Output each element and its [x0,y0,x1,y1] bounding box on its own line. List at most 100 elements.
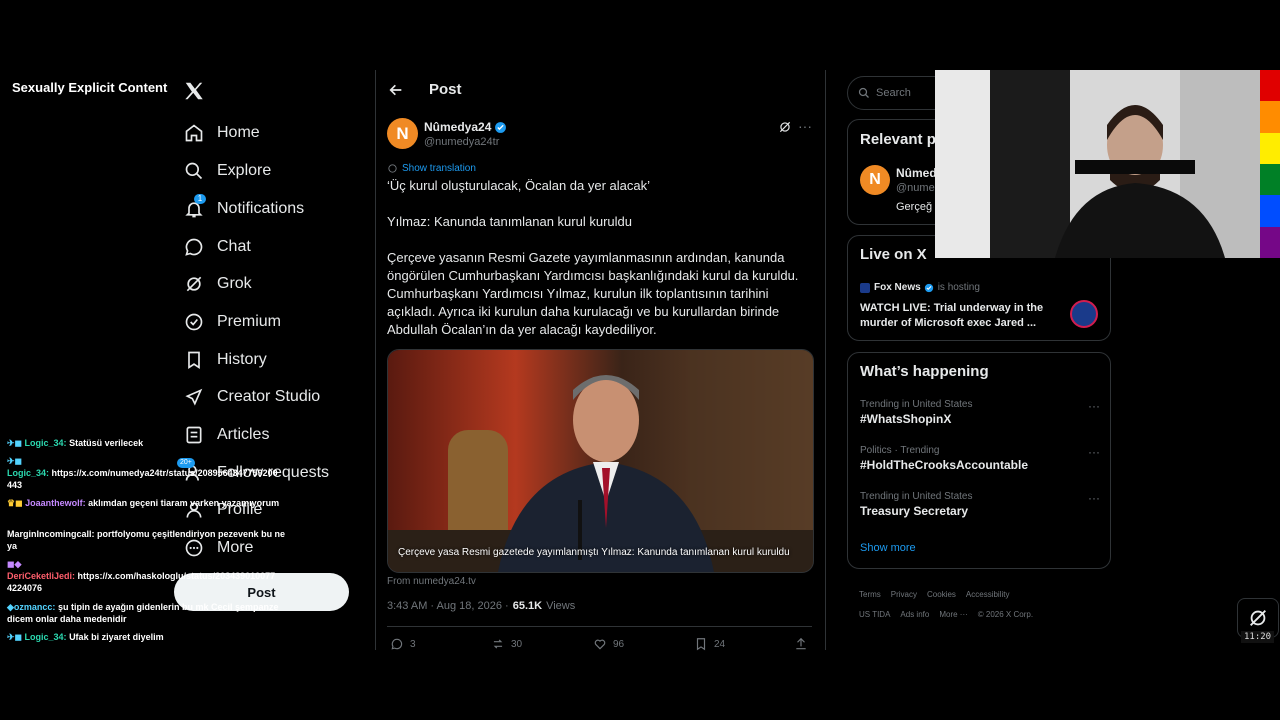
footer-link[interactable]: Ads info [900,610,929,619]
clock: 11:20 [1241,631,1275,643]
chat-username: Joaanthewolf: [25,498,86,508]
show-translation-link[interactable]: Show translation [387,163,476,174]
grok-icon [183,273,205,295]
chat-icon [183,236,205,258]
footer-link[interactable]: Terms [859,590,881,599]
trend-title: Treasury Secretary [860,504,969,518]
nav-label: Home [217,124,260,141]
whats-happening-card: What’s happening Trending in United Stat… [847,352,1111,569]
chat-badge-icon: ✈◼ [7,632,23,642]
footer-link[interactable]: More ··· [939,610,967,619]
tweet-text: ‘Üç kurul oluşturulacak, Öcalan da yer a… [387,177,807,339]
nav-history[interactable]: History [183,344,267,376]
trend-title: #HoldTheCrooksAccountable [860,458,1029,472]
media-caption: Çerçeve yasa Resmi gazetede yayımlanmışt… [398,547,790,558]
chat-message: ✈◼ Logic_34: Ufak bi ziyaret diyelim [7,631,287,643]
relevant-handle[interactable]: @nume [896,182,935,194]
chat-username: Logic_34: [24,438,67,448]
chat-username: MarginIncomingcall: [7,529,95,539]
author-handle[interactable]: @numedya24tr [424,136,499,148]
reply-button[interactable]: 3 [390,637,416,651]
nav-label: Explore [217,162,272,179]
repost-button[interactable]: 30 [491,637,522,651]
repost-count: 30 [511,638,523,650]
trend-more-icon[interactable]: ··· [1088,491,1100,505]
back-arrow-icon[interactable] [388,82,404,98]
bell-icon: 1 [183,194,206,220]
chat-badge-icon: ✈◼ [7,438,23,448]
live-host-row: Fox News is hosting [860,282,980,293]
chat-message: ◼◆ DeriCeketliJedi: https://x.com/haskol… [7,558,287,594]
footer-link[interactable]: Privacy [891,590,917,599]
footer-link[interactable]: Cookies [927,590,956,599]
trend-item[interactable]: Trending in United States Treasury Secre… [860,491,1100,518]
chat-message: ◆ozmancc: şu tipin de ayağın gidenlerin … [7,601,287,625]
trend-more-icon[interactable]: ··· [1088,399,1100,413]
trend-item[interactable]: Trending in United States #WhatsShopinX … [860,399,1100,426]
main-column: Post N Nûmedya24 @numedya24tr ··· Show t… [375,70,826,651]
footer-text: © 2026 X Corp. [977,610,1034,619]
live-title: Live on X [860,246,927,263]
nav-creator-studio[interactable]: Creator Studio [183,381,320,413]
rainbow-stripe [1260,70,1280,258]
reply-icon [390,637,404,651]
author-name[interactable]: Nûmedya24 [424,120,491,134]
tweet-media[interactable] [387,349,814,573]
nav-chat[interactable]: Chat [183,231,251,263]
tweet-paragraph: Çerçeve yasanın Resmi Gazete yayımlanmas… [387,250,799,337]
tweet-time[interactable]: 3:43 AM · Aug 18, 2026 · [387,600,509,612]
chat-badge-icon: ◆ [7,602,14,612]
nav-label: Grok [217,275,252,292]
content-warning-label: Sexually Explicit Content [6,76,174,99]
bookmark-icon [694,637,708,651]
chat-message: MarginIncomingcall: portfolyomu çeşitlen… [7,528,287,552]
reply-count: 3 [410,638,416,650]
nav-home[interactable]: Home [183,117,260,149]
live-text: WATCH LIVE: Trial underway in the murder… [860,302,1044,329]
views-count: 65.1K [512,600,543,612]
verified-badge-icon [924,283,934,293]
share-icon[interactable] [794,637,808,651]
chat-message: ♛◼ Joaanthewolf: aklımdan geçeni tiaram … [7,497,287,509]
tweet-paragraph: Yılmaz: Kanunda tanımlanan kurul kuruldu [387,214,632,229]
heart-icon [593,637,607,651]
tweet-paragraph: ‘Üç kurul oluşturulacak, Öcalan da yer a… [387,178,651,193]
trend-meta: Trending in United States [860,491,973,502]
avatar[interactable]: N [387,118,418,149]
grok-icon[interactable] [778,120,792,134]
chat-message: ✈◼ Logic_34: Statüsü verilecek [7,437,287,449]
premium-icon [183,311,205,333]
trend-more-icon[interactable]: ··· [1088,445,1100,459]
like-count: 96 [613,638,625,650]
like-button[interactable]: 96 [593,637,624,651]
footer-link[interactable]: US TIDA [859,610,890,619]
show-more-link[interactable]: Show more [860,542,916,554]
nav-label: Chat [217,238,251,255]
fox-news-logo-icon [1070,300,1098,328]
nav-notifications[interactable]: 1 Notifications [183,193,304,225]
translate-icon [387,163,398,174]
nav-label: Notifications [217,200,305,217]
media-source[interactable]: From numedya24.tv [387,576,476,587]
footer-link[interactable]: Accessibility [966,590,1010,599]
chat-badge-icon: ✈◼ [7,456,23,466]
nav-premium[interactable]: Premium [183,306,281,338]
more-options-icon[interactable]: ··· [798,118,812,134]
avatar[interactable]: N [860,165,890,195]
trend-meta: Politics · Trending [860,445,940,456]
trend-title: #WhatsShopinX [860,412,952,426]
chat-badge-icon: ♛◼ [7,498,23,508]
nav-grok[interactable]: Grok [183,268,252,300]
trend-item[interactable]: Politics · Trending #HoldTheCrooksAccoun… [860,445,1100,472]
notification-badge: 1 [194,194,206,204]
chat-username: DeriCeketliJedi: [7,571,76,581]
bookmark-button[interactable]: 24 [694,637,725,651]
relevant-name[interactable]: Nûmed [896,166,937,180]
views-label: Views [546,600,576,612]
nav-explore[interactable]: Explore [183,155,271,187]
divider [387,626,812,627]
webcam-overlay [935,70,1260,258]
search-icon [183,160,205,182]
x-logo-icon[interactable] [183,80,205,102]
relevant-people-title: Relevant p [860,131,936,148]
